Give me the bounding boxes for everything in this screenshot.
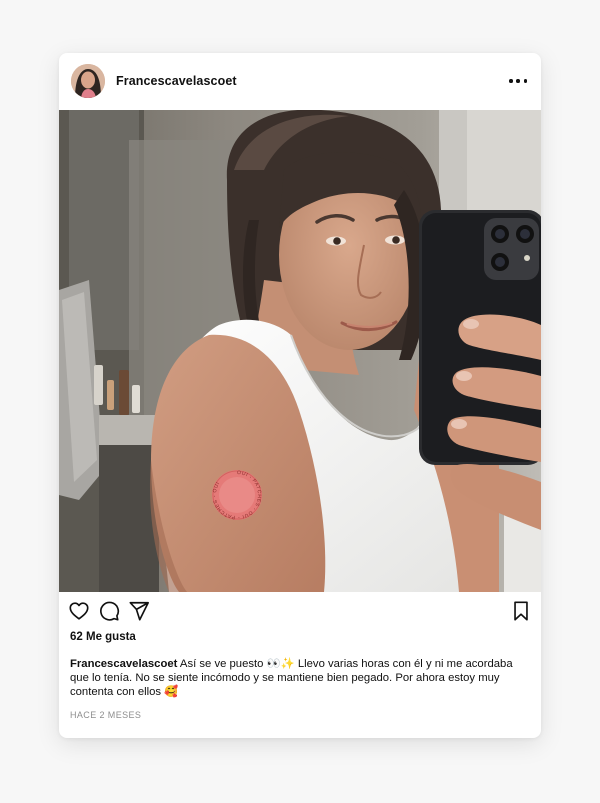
caption-username[interactable]: Francescavelascoet bbox=[70, 658, 177, 670]
post-header: Francescavelascoet bbox=[59, 53, 541, 110]
more-options-icon[interactable] bbox=[509, 73, 527, 89]
instagram-post-card: Francescavelascoet OUI - PATCHES - OUI -… bbox=[59, 53, 541, 738]
heart-icon[interactable] bbox=[68, 600, 90, 622]
header-username[interactable]: Francescavelascoet bbox=[116, 74, 237, 88]
post-photo[interactable]: OUI - PATCHES - OUI - PATCHES - OUI bbox=[59, 110, 541, 592]
comment-icon[interactable] bbox=[98, 600, 120, 622]
share-icon[interactable] bbox=[128, 600, 150, 622]
post-timestamp: HACE 2 MESES bbox=[70, 710, 142, 720]
avatar[interactable] bbox=[71, 64, 105, 98]
post-caption: Francescavelascoet Así se ve puesto 👀✨ L… bbox=[70, 657, 530, 699]
bookmark-icon[interactable] bbox=[510, 600, 532, 622]
likes-count[interactable]: 62 Me gusta bbox=[70, 631, 136, 643]
selfie-photo: OUI - PATCHES - OUI - PATCHES - OUI bbox=[59, 110, 541, 592]
avatar-image bbox=[71, 64, 105, 98]
action-bar bbox=[59, 594, 541, 634]
